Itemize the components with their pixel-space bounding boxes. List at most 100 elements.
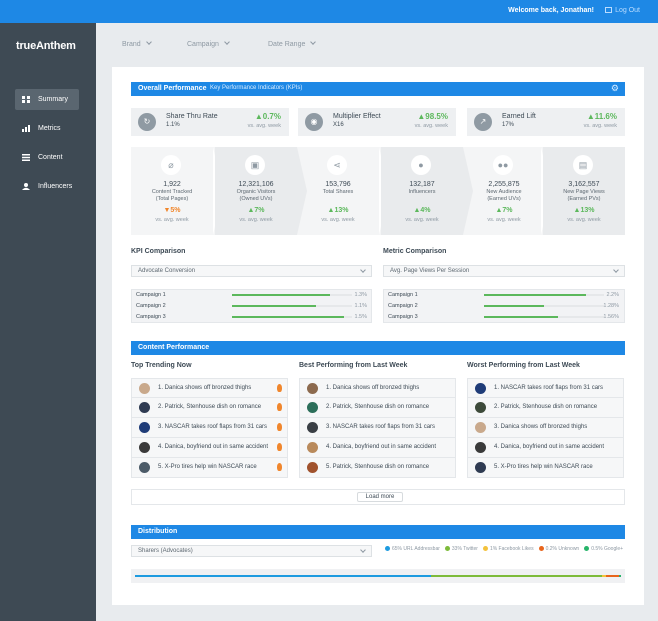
funnel-change: ▲13% [573, 207, 595, 214]
gear-icon[interactable]: ⚙ [611, 84, 619, 93]
funnel-change: ▼5% [163, 207, 181, 214]
refresh-icon: ↻ [138, 113, 156, 131]
best-performing-list: 1. Danica shows off bronzed thighs 2. Pat… [299, 378, 456, 478]
funnel-number: 3,162,557 [568, 181, 600, 188]
metric-comparison-select[interactable]: Avg. Page Views Per Session [383, 265, 625, 277]
avatar [139, 402, 150, 413]
brand-filter[interactable]: Brand [122, 39, 152, 48]
list-item[interactable]: 2. Patrick, Stenhouse dish on romance [299, 398, 456, 418]
funnel-vs: vs. avg. week [155, 217, 189, 223]
avatar [139, 462, 150, 473]
welcome-text: Welcome back, Jonathan! [508, 7, 594, 14]
kpi-value: X16 [333, 122, 344, 128]
list-item-title: 4. Danica, boyfriend out in same acciden… [326, 444, 437, 450]
best-performing-title: Best Performing from Last Week [299, 362, 408, 369]
list-item-title: 4. Danica, boyfriend out in same acciden… [494, 444, 605, 450]
funnel-vs: vs. avg. week [239, 217, 273, 223]
funnel-vs: vs. avg. week [321, 217, 355, 223]
list-item[interactable]: 4. Danica, boyfriend out in same acciden… [131, 438, 288, 458]
distribution-track [135, 575, 621, 577]
kpi-value: 1.1% [166, 122, 180, 128]
list-item-title: 3. NASCAR takes roof flaps from 31 cars [158, 424, 268, 430]
kpi-comparison-select[interactable]: Advocate Conversion [131, 265, 372, 277]
funnel-label: New Audience (Earned UVs) [486, 189, 522, 202]
list-item-title: 3. Danica shows off bronzed thighs [494, 424, 588, 430]
list-item[interactable]: 2. Patrick, Stenhouse dish on romance [467, 398, 624, 418]
list-item-title: 2. Patrick, Stenhouse dish on romance [326, 404, 430, 410]
chevron-down-icon [360, 267, 366, 273]
distribution-bar [131, 569, 625, 583]
logout-link[interactable]: Log Out [605, 7, 640, 14]
select-value: Avg. Page Views Per Session [390, 268, 470, 274]
document-icon: ▤ [573, 155, 593, 175]
list-item[interactable]: 3. NASCAR takes roof flaps from 31 cars [299, 418, 456, 438]
list-item[interactable]: 1. NASCAR takes roof flaps from 31 cars [467, 378, 624, 398]
date-range-filter[interactable]: Date Range [268, 39, 317, 48]
list-item[interactable]: 3. NASCAR takes roof flaps from 31 cars [131, 418, 288, 438]
eye-icon: ◉ [305, 113, 323, 131]
avatar [475, 422, 486, 433]
bar-label: Campaign 2 [388, 303, 418, 309]
bar-value: 1.5% [354, 314, 367, 320]
top-trending-title: Top Trending Now [131, 362, 192, 369]
avatar [307, 422, 318, 433]
funnel-label: Total Shares [322, 189, 354, 195]
load-more-button[interactable]: Load more [357, 492, 403, 502]
funnel-step-content-tracked: ⌀ 1,922 Content Tracked (Total Pages) ▼5%… [131, 147, 213, 235]
bar-fill [232, 305, 316, 307]
list-item[interactable]: 4. Danica, boyfriend out in same acciden… [299, 438, 456, 458]
avatar [475, 383, 486, 394]
list-item[interactable]: 1. Danica shows off bronzed thighs [131, 378, 288, 398]
funnel-step-new-page-views: ▤ 3,162,557 New Page Views (Earned PVs) ▲… [543, 147, 625, 235]
logo[interactable]: trueAnthem [16, 40, 76, 52]
avatar [307, 442, 318, 453]
legend-label: 33% Twitter [451, 546, 478, 552]
bar-row: Campaign 2 1.28% [384, 301, 625, 312]
sidebar-item-summary[interactable]: Summary [15, 89, 79, 110]
kpi-comparison-bars: Campaign 1 1.3% Campaign 2 1.1% Campaign… [131, 289, 372, 323]
list-item[interactable]: 5. X-Pro tires help win NASCAR race [467, 458, 624, 478]
distribution-select[interactable]: Sharers (Advocates) [131, 545, 372, 557]
sidebar-item-label: Metrics [38, 125, 61, 132]
bar-label: Campaign 2 [136, 303, 166, 309]
metric-comparison-title: Metric Comparison [383, 248, 447, 255]
sidebar-item-content[interactable]: Content [15, 147, 79, 168]
sidebar-item-influencers[interactable]: Influencers [15, 176, 79, 197]
bar-value: 1.28% [603, 303, 619, 309]
avatar [307, 402, 318, 413]
section-title: Content Performance [138, 344, 210, 351]
list-item[interactable]: 2. Patrick, Stenhouse dish on romance [131, 398, 288, 418]
worst-performing-title: Worst Performing from Last Week [467, 362, 580, 369]
list-item-title: 1. Danica shows off bronzed thighs [326, 385, 420, 391]
bar-label: Campaign 3 [136, 314, 166, 320]
person-icon [22, 183, 30, 190]
top-trending-list: 1. Danica shows off bronzed thighs 2. Pat… [131, 378, 288, 478]
chevron-down-icon [613, 267, 619, 273]
sidebar-item-label: Influencers [38, 183, 73, 190]
select-value: Sharers (Advocates) [138, 548, 193, 554]
list-item[interactable]: 3. Danica shows off bronzed thighs [467, 418, 624, 438]
legend-item: 33% Twitter [444, 546, 478, 552]
bar-fill [232, 294, 331, 296]
list-item[interactable]: 1. Danica shows off bronzed thighs [299, 378, 456, 398]
overall-performance-header: Overall Performance Key Performance Indi… [131, 82, 625, 96]
campaign-filter[interactable]: Campaign [187, 39, 230, 48]
bar-fill [484, 316, 559, 318]
funnel-change: ▲4% [413, 207, 431, 214]
funnel-step-new-audience: ●● 2,255,875 New Audience (Earned UVs) ▲7… [463, 147, 545, 235]
fire-icon [277, 443, 282, 451]
list-item[interactable]: 4. Danica, boyfriend out in same acciden… [467, 438, 624, 458]
list-item[interactable]: 5. X-Pro tires help win NASCAR race [131, 458, 288, 478]
sidebar-item-metrics[interactable]: Metrics [15, 118, 79, 139]
kpi-tile-earned-lift: ↗ Earned Lift 17% ▲11.6% vs. avg. week [467, 108, 625, 136]
paperclip-icon: ⌀ [161, 155, 181, 175]
bar-row: Campaign 1 1.3% [132, 290, 373, 301]
list-item-title: 5. X-Pro tires help win NASCAR race [158, 464, 257, 470]
list-item[interactable]: 5. Patrick, Stenhouse dish on romance [299, 458, 456, 478]
logout-icon [605, 7, 613, 13]
avatar [475, 462, 486, 473]
funnel-change: ▲13% [327, 207, 349, 214]
fire-icon [277, 384, 282, 392]
funnel-change: ▲7% [247, 207, 265, 214]
content-performance-header: Content Performance [131, 341, 625, 355]
